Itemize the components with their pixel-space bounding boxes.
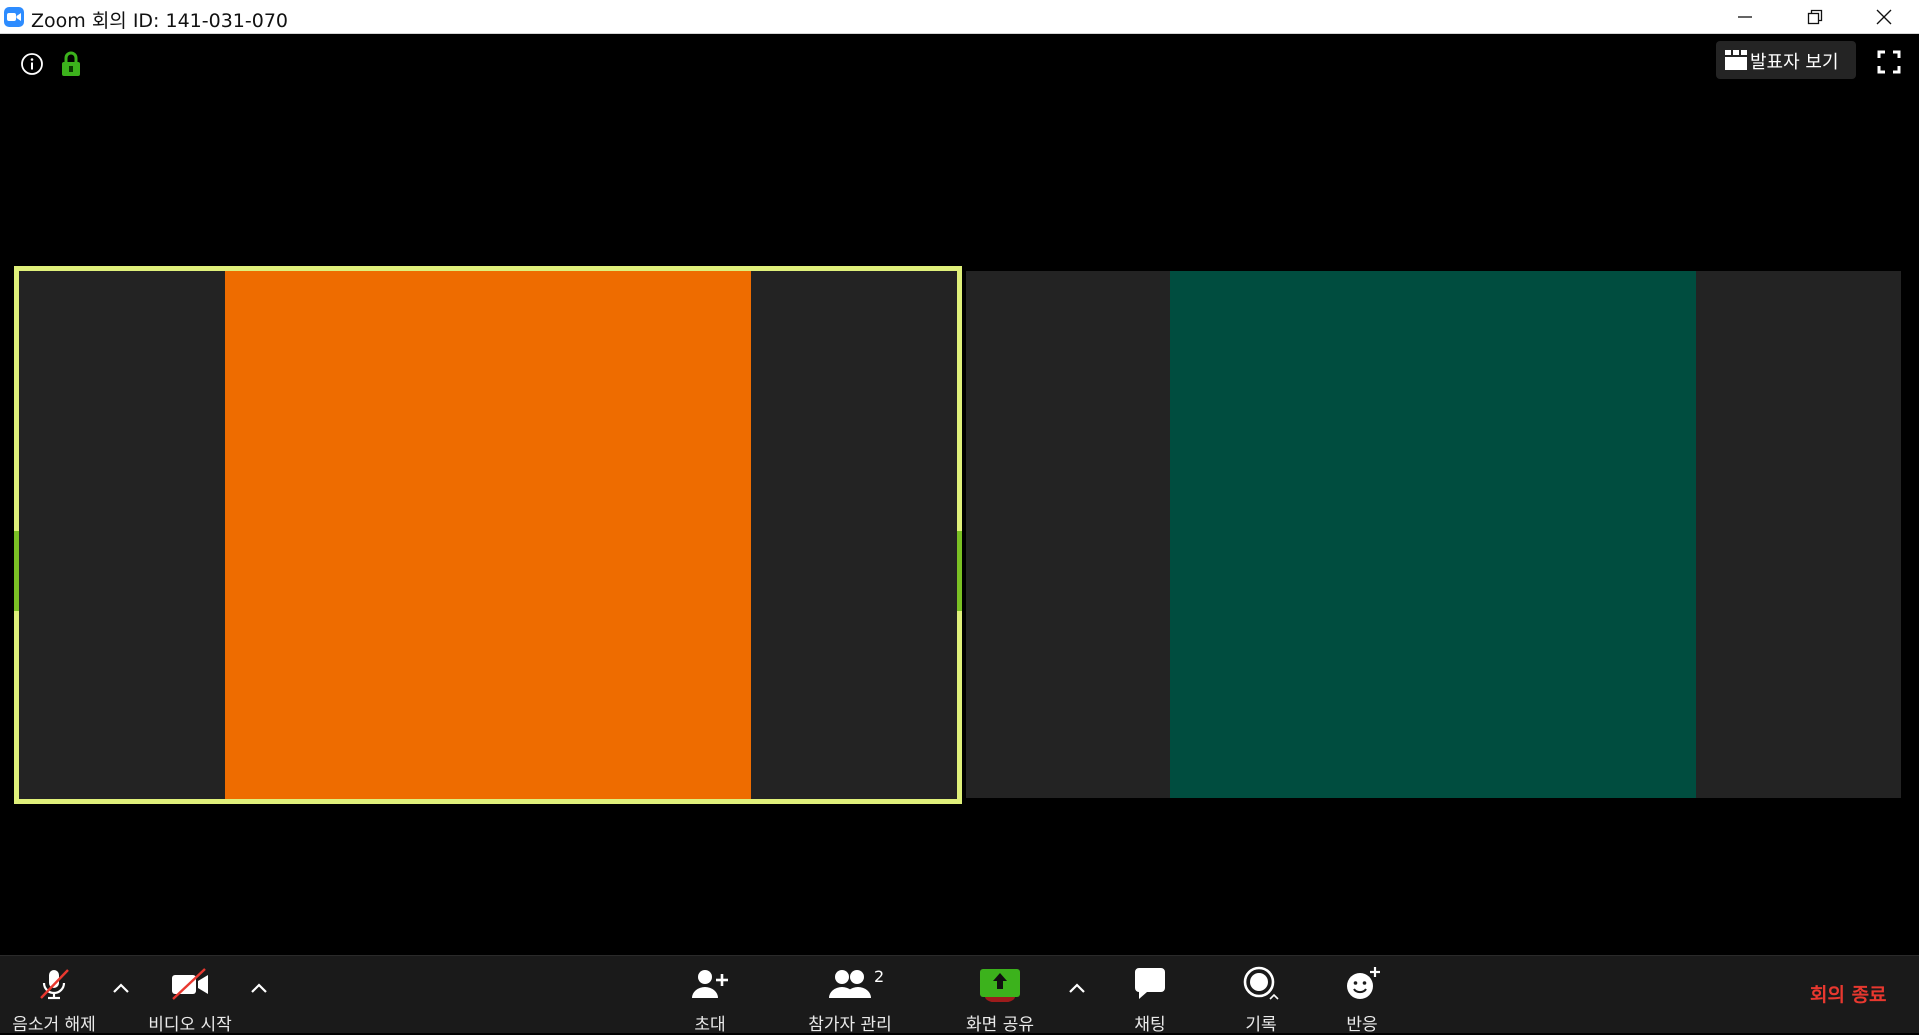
chat-bubble-icon (1135, 968, 1165, 999)
unmute-label: 음소거 해제 (12, 1015, 96, 1035)
start-video-label: 비디오 시작 (148, 1015, 232, 1035)
chat-label: 채팅 (1134, 1015, 1166, 1035)
active-speaker-indicator (14, 531, 19, 611)
video-off-icon (172, 968, 208, 1000)
record-label: 기록 (1245, 1015, 1277, 1035)
restore-button[interactable] (1780, 0, 1850, 34)
title-bar: Zoom 회의 ID: 141-031-070 (0, 0, 1919, 34)
info-icon[interactable] (20, 52, 44, 76)
reactions-label: 반응 (1346, 1015, 1378, 1035)
share-screen-label: 화면 공유 (966, 1015, 1034, 1035)
chat-button[interactable]: 채팅 (1110, 956, 1190, 1035)
participant-2-video (1170, 271, 1696, 798)
minimize-icon (1738, 16, 1752, 18)
video-options-caret[interactable] (248, 978, 270, 1000)
participants-label: 참가자 관리 (808, 1015, 892, 1035)
video-tile-active-speaker[interactable] (14, 266, 962, 804)
restore-icon (1807, 9, 1823, 25)
share-options-caret[interactable] (1066, 978, 1088, 1000)
zoom-logo-icon (4, 7, 24, 27)
invite-label: 초대 (694, 1015, 726, 1035)
meeting-toolbar: 음소거 해제 비디오 시작 초대 참가자 관리 화면 공유 채팅 기록 반응 (0, 955, 1919, 1035)
manage-participants-button[interactable]: 참가자 관리 (795, 956, 905, 1035)
close-icon (1876, 9, 1892, 25)
participant-count-badge: 2 (874, 967, 885, 986)
close-button[interactable] (1849, 0, 1919, 34)
add-person-icon (692, 970, 728, 998)
muted-microphone-icon (40, 969, 69, 1000)
chevron-up-icon (1069, 983, 1085, 993)
chevron-up-icon (251, 983, 267, 993)
share-screen-button[interactable]: 화면 공유 (950, 956, 1050, 1035)
end-meeting-button[interactable]: 회의 종료 (1810, 980, 1887, 1007)
reactions-button[interactable]: 반응 (1322, 956, 1402, 1035)
participant-1-video (225, 271, 751, 799)
video-tile-participant-2[interactable] (966, 271, 1901, 798)
audio-options-caret[interactable] (110, 978, 132, 1000)
fullscreen-icon[interactable] (1877, 50, 1901, 74)
lock-icon[interactable] (60, 51, 82, 77)
chevron-up-icon (113, 983, 129, 993)
invite-button[interactable]: 초대 (670, 956, 750, 1035)
window-title: Zoom 회의 ID: 141-031-070 (31, 10, 288, 32)
record-icon (1243, 966, 1279, 1000)
participants-icon (829, 970, 871, 998)
speaker-view-button[interactable]: 발표자 보기 (1716, 41, 1856, 79)
speaker-view-label: 발표자 보기 (1750, 52, 1839, 73)
share-screen-icon (980, 969, 1020, 1002)
unmute-button[interactable]: 음소거 해제 (4, 956, 104, 1035)
active-speaker-indicator (957, 531, 962, 611)
emoji-add-icon (1347, 967, 1380, 999)
start-video-button[interactable]: 비디오 시작 (140, 956, 240, 1035)
speaker-view-icon (1725, 50, 1747, 70)
minimize-button[interactable] (1710, 0, 1780, 34)
record-button[interactable]: 기록 (1221, 956, 1301, 1035)
